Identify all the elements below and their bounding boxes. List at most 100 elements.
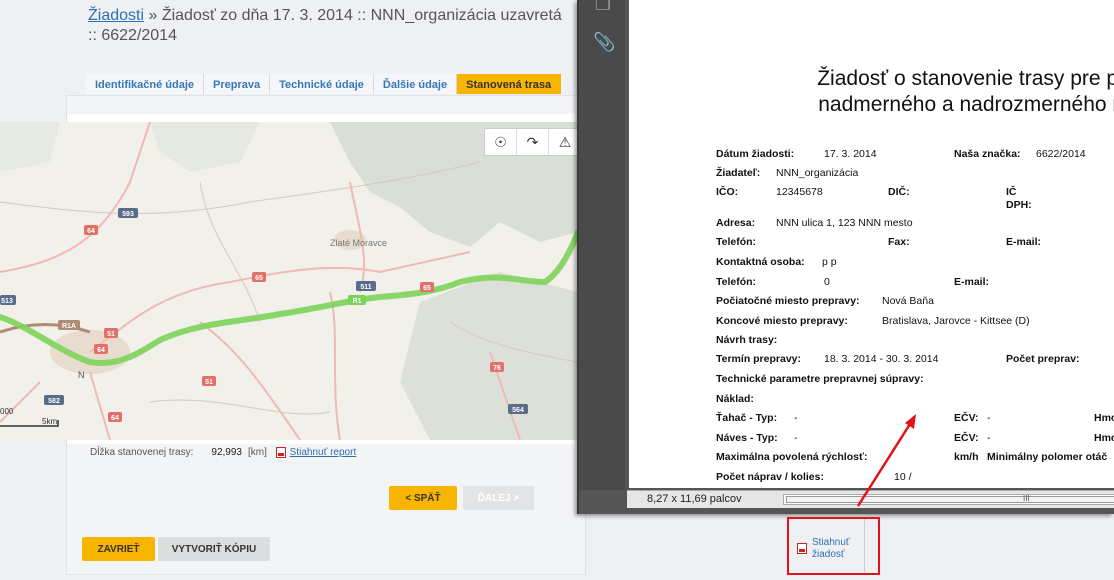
pdf-field-label: Maximálna povolená rýchlosť: bbox=[716, 451, 868, 463]
pdf-icon bbox=[797, 543, 807, 554]
pdf-field-label: Náklad: bbox=[716, 393, 754, 405]
tab-route[interactable]: Stanovená trasa bbox=[457, 74, 562, 94]
route-map[interactable]: 593 64 65 511 65 R1 R1A 51 64 51 76 564 … bbox=[0, 122, 578, 440]
tab-identification[interactable]: Identifikačné údaje bbox=[86, 74, 205, 94]
pdf-sidebar: ❐ 📎 bbox=[579, 0, 625, 490]
pages-icon[interactable]: ❐ bbox=[593, 0, 613, 14]
pdf-field-label: km/h bbox=[954, 451, 979, 463]
pdf-field-value: - bbox=[987, 412, 991, 424]
pdf-field-label: IČO: bbox=[716, 186, 739, 198]
road-badge-label: 64 bbox=[111, 415, 119, 422]
pdf-field-label: Počiatočné miesto prepravy: bbox=[716, 295, 860, 307]
pdf-field-value: Nová Baňa bbox=[882, 295, 934, 307]
download-request-text[interactable]: Stiahnuť žiadosť bbox=[812, 537, 872, 561]
pdf-field-label: DPH: bbox=[1006, 199, 1032, 211]
download-request-line: Stiahnuť bbox=[812, 537, 850, 548]
scrollbar-thumb[interactable]: III bbox=[786, 494, 1114, 503]
pdf-field-label: E-mail: bbox=[954, 276, 990, 288]
attachment-icon[interactable]: 📎 bbox=[593, 32, 615, 52]
pdf-field-value: - bbox=[987, 432, 991, 444]
tab-transport[interactable]: Preprava bbox=[204, 74, 271, 94]
breadcrumb-link-requests[interactable]: Žiadosti bbox=[88, 7, 144, 24]
pdf-field-label: EČV: bbox=[954, 432, 979, 444]
pdf-field-label: Ťahač - Typ: bbox=[716, 412, 778, 424]
scale-label: 5km bbox=[42, 417, 57, 426]
pdf-field-value: 0 bbox=[824, 276, 830, 288]
pdf-field-label: EČV: bbox=[954, 412, 979, 424]
road-badge-label: 511 bbox=[360, 284, 371, 291]
pdf-field-label: Koncové miesto prepravy: bbox=[716, 315, 848, 327]
download-request-line: žiadosť bbox=[812, 549, 845, 560]
road-badge-label: 64 bbox=[97, 347, 105, 354]
road-badge-label: R1A bbox=[62, 323, 76, 330]
scrollbar-grip: III bbox=[1023, 494, 1030, 503]
pdf-field-label: Náves - Typ: bbox=[716, 432, 778, 444]
pdf-field-label: Naša značka: bbox=[954, 148, 1021, 160]
road-badge-label: 65 bbox=[423, 285, 431, 292]
close-button[interactable]: ZAVRIEŤ bbox=[82, 537, 155, 561]
pdf-status-bar: 8,27 x 11,69 palcov III bbox=[627, 490, 1114, 508]
pdf-heading-line: Žiadosť o stanovenie trasy pre pre bbox=[817, 67, 1114, 90]
back-button[interactable]: < SPÄŤ bbox=[389, 486, 457, 510]
pdf-field-label: Telefón: bbox=[716, 236, 757, 248]
scale-label-left: 000 bbox=[0, 407, 14, 416]
pdf-field-value: 12345678 bbox=[776, 186, 823, 198]
pdf-field-value: 6622/2014 bbox=[1036, 148, 1086, 160]
pdf-field-value: 10 / bbox=[894, 471, 912, 483]
pdf-field-value: NNN_organizácia bbox=[776, 167, 859, 179]
pdf-field-label: Počet náprav / kolies: bbox=[716, 471, 824, 483]
road-badge-label: 64 bbox=[87, 228, 95, 235]
road-badge-label: 593 bbox=[122, 211, 134, 218]
pdf-field-label: DIČ: bbox=[888, 186, 910, 198]
next-button[interactable]: ĎALEJ > bbox=[463, 486, 534, 510]
create-copy-button[interactable]: VYTVORIŤ KÓPIU bbox=[158, 537, 270, 561]
road-badge-label: 51 bbox=[205, 379, 213, 386]
tab-technical[interactable]: Technické údaje bbox=[270, 74, 374, 94]
pdf-heading-line: nadmerného a nadrozmerného ná bbox=[818, 93, 1114, 116]
road-badge-label: 564 bbox=[512, 407, 524, 414]
route-turn-icon[interactable]: ↷ bbox=[517, 129, 549, 155]
pdf-field-label: Adresa: bbox=[716, 217, 756, 229]
road-badge-label: 582 bbox=[48, 398, 60, 405]
page-size-readout: 8,27 x 11,69 palcov bbox=[647, 493, 742, 505]
road-badge-label: 51 bbox=[107, 331, 115, 338]
map-canvas: 593 64 65 511 65 R1 R1A 51 64 51 76 564 … bbox=[0, 122, 577, 440]
pdf-field-label: Návrh trasy: bbox=[716, 334, 778, 346]
pdf-field-value: p p bbox=[822, 256, 837, 268]
pdf-field-label: IČ bbox=[1006, 186, 1017, 198]
pdf-field-label: Hmo bbox=[1094, 432, 1114, 444]
pdf-field-value: 17. 3. 2014 bbox=[824, 148, 877, 160]
horizontal-scrollbar[interactable]: III bbox=[783, 494, 1114, 505]
download-report-link[interactable]: Stiahnuť report bbox=[290, 447, 357, 458]
pdf-page: Žiadosť o stanovenie trasy pre pre nadme… bbox=[629, 0, 1114, 488]
city-label: Zlaté Moravce bbox=[330, 238, 387, 248]
tab-other[interactable]: Ďalšie údaje bbox=[373, 74, 458, 94]
pdf-field-value: 18. 3. 2014 - 30. 3. 2014 bbox=[824, 353, 939, 365]
route-length-label: Dĺžka stanovenej trasy: bbox=[90, 447, 194, 459]
tab-bar: Identifikačné údaje Preprava Technické ú… bbox=[86, 74, 562, 94]
compass-icon[interactable]: ☉ bbox=[485, 129, 517, 155]
pdf-field-label: Počet preprav: bbox=[1006, 353, 1080, 365]
page-title-text: » Žiadosť zo dňa 17. 3. 2014 :: NNN_orga… bbox=[88, 7, 562, 44]
pdf-field-label: Dátum žiadosti: bbox=[716, 148, 795, 160]
pdf-field-value: - bbox=[794, 412, 798, 424]
pdf-field-label: Fax: bbox=[888, 236, 910, 248]
road-badge-label: R1 bbox=[353, 298, 362, 305]
pdf-icon bbox=[275, 447, 286, 458]
pdf-field-label: Žiadateľ: bbox=[716, 167, 761, 179]
pdf-heading: Žiadosť o stanovenie trasy pre pre nadme… bbox=[767, 66, 1114, 118]
pdf-field-label: Telefón: bbox=[716, 276, 757, 288]
city-label: N bbox=[78, 370, 85, 380]
pdf-field-label: E-mail: bbox=[1006, 236, 1042, 248]
pdf-viewer-window: ❐ 📎 Žiadosť o stanovenie trasy pre pre n… bbox=[577, 0, 1114, 514]
road-badge-label: 76 bbox=[493, 365, 501, 372]
application-page: Žiadosti » Žiadosť zo dňa 17. 3. 2014 ::… bbox=[0, 0, 1114, 580]
pdf-field-label: Technické parametre prepravnej súpravy: bbox=[716, 373, 924, 385]
road-badge-label: 513 bbox=[1, 298, 13, 305]
pdf-field-value: NNN ulica 1, 123 NNN mesto bbox=[776, 217, 913, 229]
route-length-value: 92,993 bbox=[211, 447, 242, 459]
route-length-unit: [km] bbox=[247, 447, 267, 459]
pdf-field-value: - bbox=[794, 432, 798, 444]
route-info: Dĺžka stanovenej trasy: 92,993 [km] Stiahn… bbox=[90, 447, 356, 458]
pdf-field-label: Kontaktná osoba: bbox=[716, 256, 805, 268]
